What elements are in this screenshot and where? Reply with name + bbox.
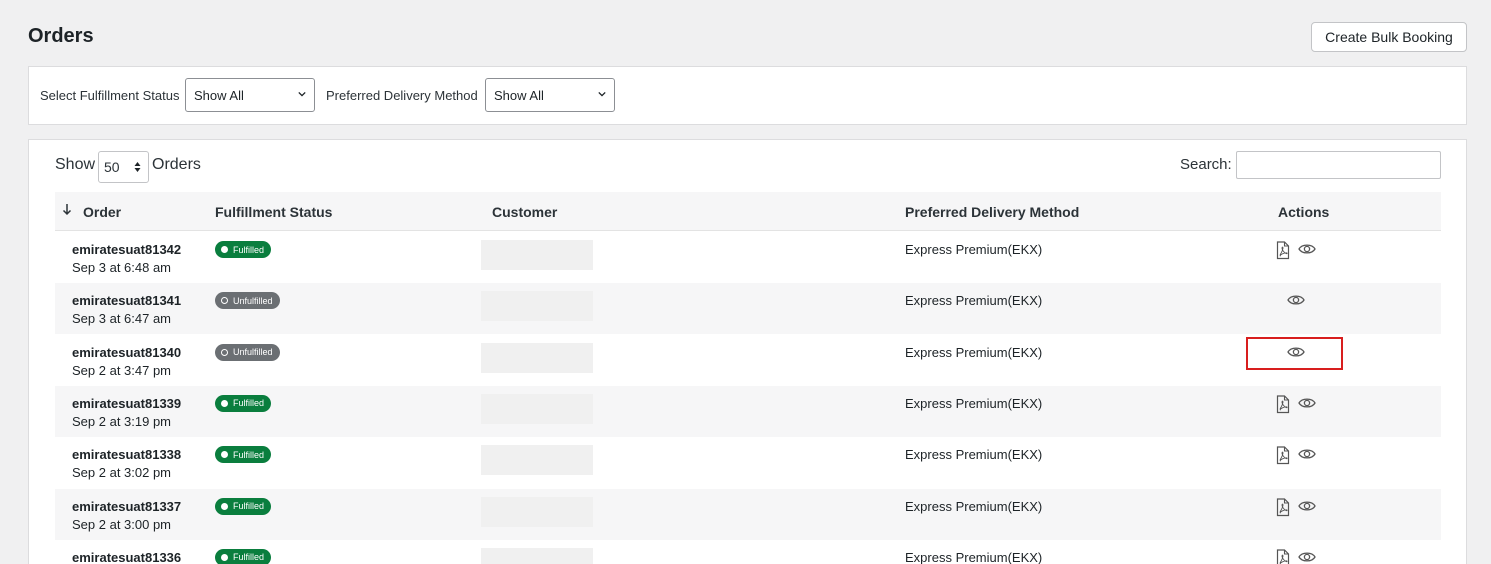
customer-cell bbox=[481, 240, 593, 270]
order-date: Sep 2 at 3:47 pm bbox=[72, 362, 172, 378]
column-header-order[interactable]: Order bbox=[83, 204, 121, 220]
status-badge-label: Fulfilled bbox=[233, 501, 265, 511]
status-dot-icon bbox=[221, 451, 228, 459]
order-id-link[interactable]: emiratesuat81339 bbox=[72, 396, 181, 411]
delivery-filter-label: Preferred Delivery Method bbox=[326, 88, 478, 103]
status-badge-label: Fulfilled bbox=[233, 449, 265, 460]
table-row: emiratesuat81337 Sep 2 at 3:00 pm Fulfille… bbox=[55, 488, 1441, 540]
status-dot-icon bbox=[221, 502, 228, 510]
pdf-icon[interactable] bbox=[1275, 497, 1290, 517]
pdf-icon[interactable] bbox=[1275, 241, 1290, 260]
eye-icon[interactable] bbox=[1298, 499, 1316, 513]
pdf-icon[interactable] bbox=[1275, 446, 1290, 465]
delivery-method: Express Premium(EKX) bbox=[905, 498, 1043, 514]
table-row: emiratesuat81341 Sep 3 at 6:47 am Unfulfil… bbox=[55, 283, 1441, 335]
customer-cell bbox=[481, 445, 593, 476]
table-row: emiratesuat81338 Sep 2 at 3:02 pm Fulfille… bbox=[55, 437, 1441, 488]
eye-icon[interactable] bbox=[1298, 396, 1316, 410]
status-badge: Fulfilled bbox=[215, 497, 272, 515]
delivery-method: Express Premium(EKX) bbox=[905, 293, 1043, 309]
status-badge: Unfulfilled bbox=[215, 343, 280, 361]
status-dot-icon bbox=[221, 553, 228, 561]
customer-cell bbox=[481, 342, 593, 373]
status-badge: Fulfilled bbox=[215, 548, 272, 564]
status-badge: Fulfilled bbox=[215, 241, 272, 258]
order-date: Sep 2 at 3:19 pm bbox=[72, 413, 172, 429]
status-badge-label: Unfulfilled bbox=[233, 295, 273, 306]
column-header-actions: Actions bbox=[1278, 204, 1330, 220]
status-badge: Fulfilled bbox=[215, 394, 272, 412]
page-title: Orders bbox=[28, 25, 94, 47]
eye-icon[interactable] bbox=[1298, 242, 1316, 256]
fulfillment-status-value: Show All bbox=[194, 87, 244, 103]
show-label: Show bbox=[55, 156, 96, 173]
status-badge-label: Unfulfilled bbox=[233, 347, 273, 358]
delivery-method-select[interactable]: Show All bbox=[485, 78, 615, 112]
fulfillment-filter-label: Select Fulfillment Status bbox=[40, 88, 180, 103]
status-dot-icon bbox=[221, 348, 228, 356]
delivery-method: Express Premium(EKX) bbox=[905, 242, 1043, 257]
delivery-method: Express Premium(EKX) bbox=[905, 549, 1043, 564]
orders-label: Orders bbox=[152, 156, 201, 173]
order-id-link[interactable]: emiratesuat81340 bbox=[72, 345, 181, 360]
status-badge-label: Fulfilled bbox=[233, 244, 265, 255]
orders-table-panel: Show 50 Orders Search: Order Fulfillment… bbox=[28, 139, 1467, 564]
order-date: Sep 2 at 3:00 pm bbox=[72, 516, 172, 532]
status-badge-label: Fulfilled bbox=[233, 552, 265, 563]
pdf-icon[interactable] bbox=[1275, 549, 1290, 564]
chevron-down-icon bbox=[298, 91, 306, 97]
column-header-fulfillment-status[interactable]: Fulfillment Status bbox=[215, 204, 332, 220]
create-bulk-booking-button[interactable]: Create Bulk Booking bbox=[1311, 22, 1467, 52]
customer-cell bbox=[481, 393, 593, 424]
page-length-select[interactable]: 50 bbox=[98, 151, 149, 183]
filter-panel: Select Fulfillment Status Show All Prefe… bbox=[28, 66, 1467, 125]
eye-icon[interactable] bbox=[1298, 447, 1316, 461]
delivery-method-value: Show All bbox=[494, 87, 544, 103]
eye-icon[interactable] bbox=[1287, 293, 1305, 307]
eye-icon[interactable] bbox=[1298, 550, 1316, 564]
table-row: emiratesuat81336 Fulfilled Express Premium… bbox=[55, 540, 1441, 564]
order-id-link[interactable]: emiratesuat81337 bbox=[72, 499, 181, 514]
status-dot-icon bbox=[221, 246, 228, 253]
spinner-arrows-icon bbox=[134, 162, 141, 172]
status-badge: Unfulfilled bbox=[215, 292, 280, 310]
status-dot-icon bbox=[221, 399, 228, 407]
customer-cell bbox=[481, 291, 593, 322]
status-dot-icon bbox=[221, 297, 228, 305]
order-id-link[interactable]: emiratesuat81341 bbox=[72, 293, 181, 308]
customer-cell bbox=[481, 547, 593, 564]
status-badge-label: Fulfilled bbox=[233, 398, 265, 409]
customer-cell bbox=[481, 496, 593, 527]
table-row: emiratesuat81340 Sep 2 at 3:47 pm Unfulfil… bbox=[55, 335, 1441, 386]
fulfillment-status-select[interactable]: Show All bbox=[185, 78, 315, 112]
page-length-value: 50 bbox=[104, 159, 120, 175]
column-header-delivery-method[interactable]: Preferred Delivery Method bbox=[905, 204, 1079, 220]
search-label: Search: bbox=[1180, 156, 1232, 173]
table-row: emiratesuat81342 Sep 3 at 6:48 am Fulfille… bbox=[55, 232, 1441, 283]
table-header: Order Fulfillment Status Customer Prefer… bbox=[55, 192, 1441, 231]
pdf-icon[interactable] bbox=[1275, 395, 1290, 414]
order-id-link[interactable]: emiratesuat81338 bbox=[72, 447, 181, 462]
column-header-customer[interactable]: Customer bbox=[492, 204, 557, 220]
order-id-link[interactable]: emiratesuat81342 bbox=[72, 242, 181, 257]
delivery-method: Express Premium(EKX) bbox=[905, 447, 1043, 463]
search-input[interactable] bbox=[1236, 151, 1441, 179]
sort-down-icon[interactable] bbox=[62, 203, 72, 216]
order-id-link[interactable]: emiratesuat81336 bbox=[72, 550, 181, 564]
chevron-down-icon bbox=[598, 91, 606, 97]
table-row: emiratesuat81339 Sep 2 at 3:19 pm Fulfille… bbox=[55, 385, 1441, 437]
order-date: Sep 3 at 6:48 am bbox=[72, 260, 172, 275]
order-date: Sep 2 at 3:02 pm bbox=[72, 465, 172, 481]
delivery-method: Express Premium(EKX) bbox=[905, 395, 1043, 411]
status-badge: Fulfilled bbox=[215, 446, 272, 464]
delivery-method: Express Premium(EKX) bbox=[905, 344, 1043, 360]
eye-icon[interactable] bbox=[1287, 345, 1305, 359]
order-date: Sep 3 at 6:47 am bbox=[72, 311, 172, 327]
